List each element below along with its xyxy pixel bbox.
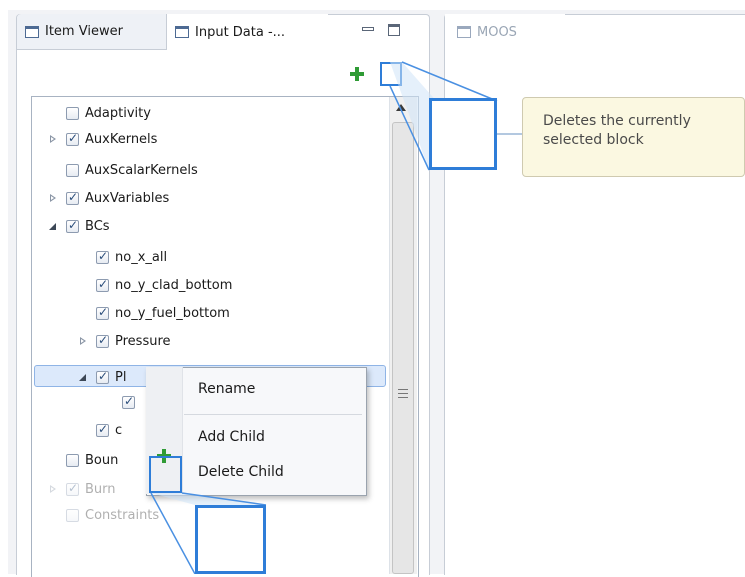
tooltip-line-2: selected block — [543, 132, 644, 148]
delete-icon — [210, 520, 252, 562]
delete-tooltip: Deletes the currently selected block — [522, 97, 745, 177]
delete-icon-magnified — [429, 98, 497, 170]
callout-connectors — [150, 61, 522, 574]
delete-icon — [443, 112, 485, 154]
tooltip-line-1: Deletes the currently — [543, 113, 691, 129]
delete-child-icon-magnified — [195, 505, 266, 574]
